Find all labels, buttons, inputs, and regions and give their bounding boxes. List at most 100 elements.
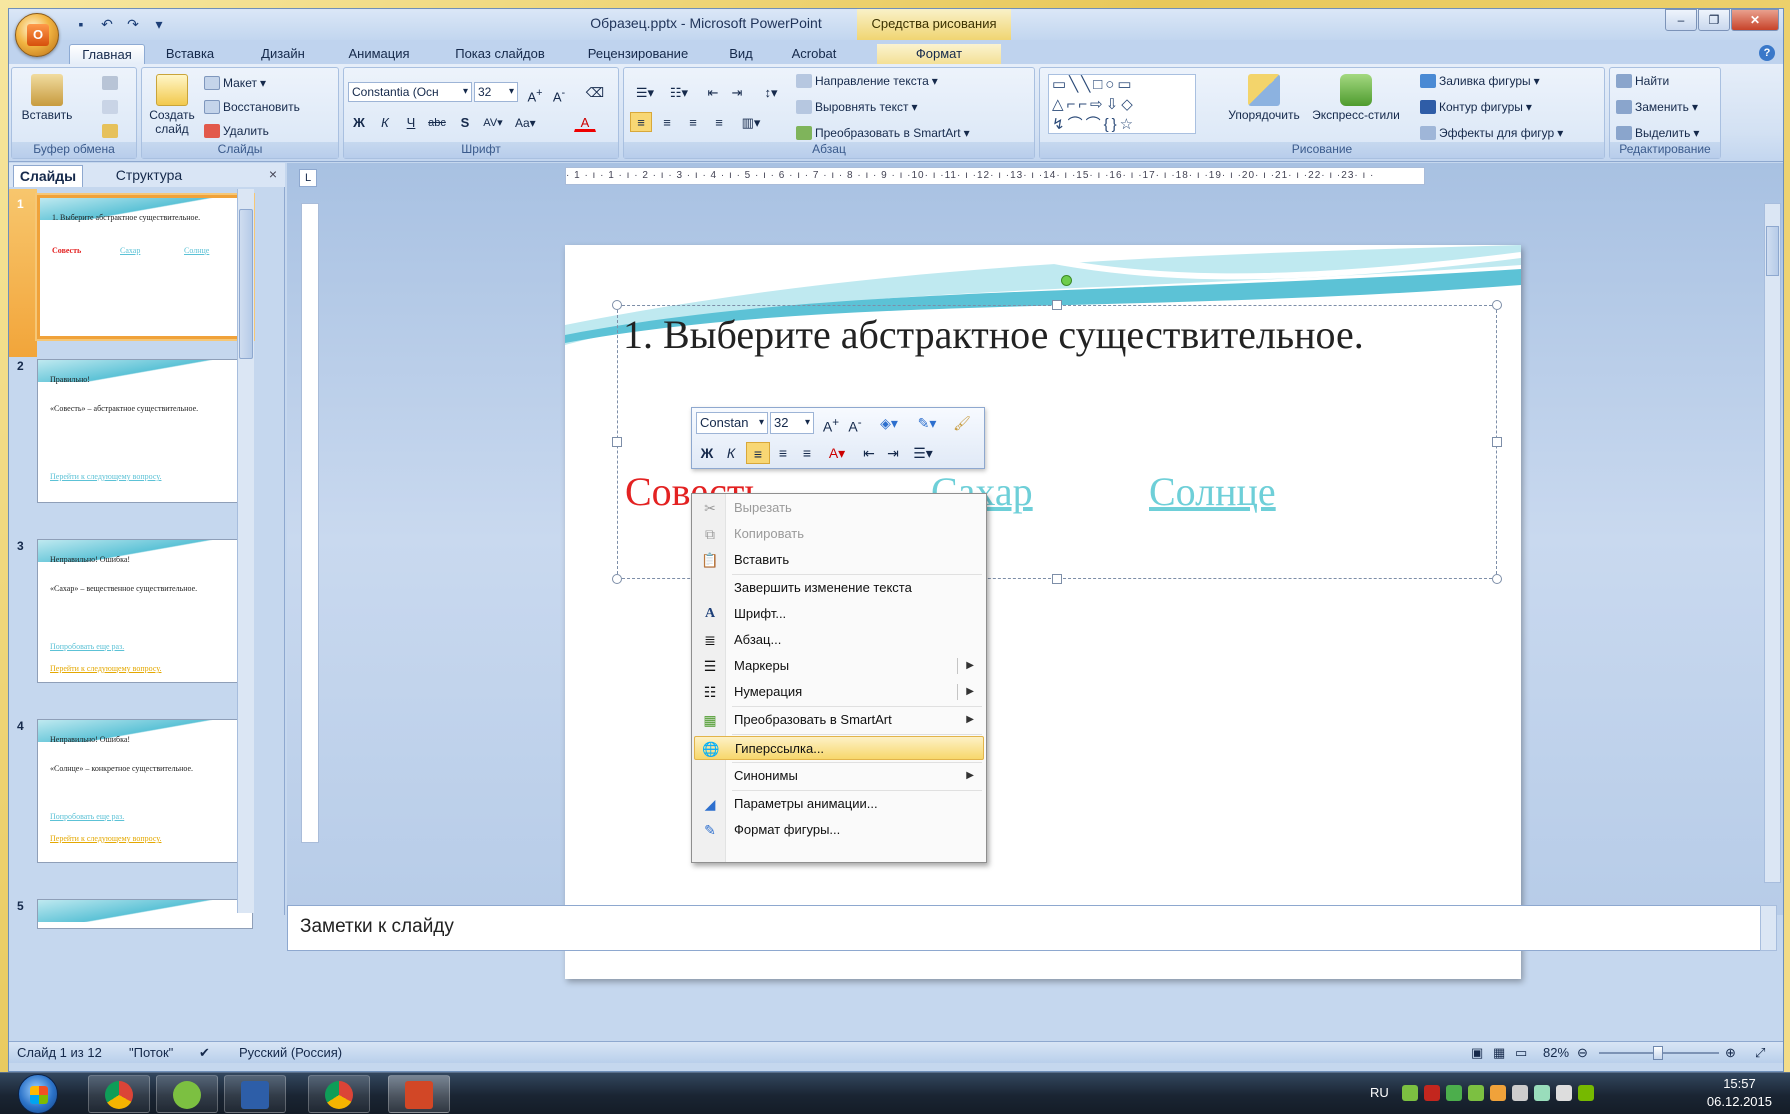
resize-handle[interactable] (1492, 437, 1502, 447)
mini-align-center-button[interactable]: ≡ (772, 442, 794, 464)
strikethrough-button[interactable]: abc (426, 112, 448, 132)
taskbar-chrome[interactable] (88, 1075, 150, 1113)
mini-shrink-font-button[interactable]: A- (844, 412, 866, 435)
office-button[interactable]: O (15, 13, 59, 57)
tray-app-icon[interactable] (1490, 1085, 1506, 1101)
menu-item-finish-editing[interactable]: Завершить изменение текста (694, 576, 984, 600)
mini-align-right-button[interactable]: ≡ (796, 442, 818, 464)
arrange-button[interactable]: Упорядочить (1224, 74, 1304, 122)
align-center-button[interactable]: ≡ (656, 112, 678, 132)
mini-italic-button[interactable]: К (720, 442, 742, 464)
mini-size-combo[interactable]: 32 (770, 412, 814, 434)
layout-button[interactable]: Макет ▾ (204, 76, 266, 90)
shape-fill-button[interactable]: Заливка фигуры ▾ (1420, 74, 1540, 88)
minimize-button[interactable]: – (1665, 9, 1697, 31)
spellcheck-icon[interactable]: ✔ (199, 1045, 210, 1061)
font-name-combo[interactable]: Constantia (Осн (348, 82, 472, 102)
italic-button[interactable]: К (374, 112, 396, 132)
taskbar-chrome-2[interactable] (308, 1075, 370, 1113)
tab-format[interactable]: Формат (877, 44, 1001, 65)
quick-styles-button[interactable]: Экспресс-стили (1306, 74, 1406, 122)
menu-item-smartart[interactable]: ▦ Преобразовать в SmartArt ▶ (694, 708, 984, 732)
menu-item-font[interactable]: A Шрифт... (694, 602, 984, 626)
mini-decrease-indent-button[interactable]: ⇤ (858, 442, 880, 464)
zoom-slider-thumb[interactable] (1653, 1046, 1663, 1060)
tray-volume-icon[interactable] (1556, 1085, 1572, 1101)
font-color-button[interactable]: A (574, 112, 596, 132)
tray-sync-icon[interactable] (1446, 1085, 1462, 1101)
rotation-handle[interactable] (1061, 275, 1072, 286)
mini-format-painter-icon[interactable]: 🖌 (948, 412, 976, 434)
justify-button[interactable]: ≡ (708, 112, 730, 132)
resize-handle[interactable] (612, 437, 622, 447)
taskbar-powerpoint[interactable] (388, 1075, 450, 1113)
resize-handle[interactable] (612, 574, 622, 584)
shape-effects-button[interactable]: Эффекты для фигур ▾ (1420, 126, 1563, 140)
shadow-button[interactable]: S (454, 112, 476, 132)
slide-thumbnail-5[interactable] (37, 899, 253, 929)
close-button[interactable]: ✕ (1731, 9, 1779, 31)
mini-bold-button[interactable]: Ж (696, 442, 718, 464)
notes-pane[interactable]: Заметки к слайду (287, 905, 1761, 951)
resize-handle[interactable] (1052, 574, 1062, 584)
input-language[interactable]: RU (1370, 1085, 1389, 1100)
tray-flag-icon[interactable] (1512, 1085, 1528, 1101)
menu-item-animation[interactable]: ◢ Параметры анимации... (694, 792, 984, 816)
sorter-view-icon[interactable]: ▦ (1493, 1045, 1505, 1061)
change-case-button[interactable]: Aa▾ (514, 112, 536, 132)
zoom-level[interactable]: 82% (1543, 1045, 1569, 1060)
mini-font-combo[interactable]: Constan (696, 412, 768, 434)
mini-fill-color-icon[interactable]: ◈▾ (872, 412, 906, 434)
resize-handle[interactable] (1052, 300, 1062, 310)
align-text-button[interactable]: Выровнять текст ▾ (796, 100, 918, 114)
resize-handle[interactable] (612, 300, 622, 310)
maximize-button[interactable]: ❐ (1698, 9, 1730, 31)
tab-review[interactable]: Рецензирование (575, 44, 701, 65)
menu-item-paste[interactable]: 📋 Вставить (694, 548, 984, 572)
shrink-font-button[interactable]: A- (548, 82, 570, 104)
tab-animation[interactable]: Анимация (337, 44, 421, 65)
editor-scroll-thumb[interactable] (1766, 226, 1779, 276)
clear-format-icon[interactable]: ⌫ (584, 82, 606, 102)
select-button[interactable]: Выделить ▾ (1616, 126, 1699, 140)
tray-nvidia-icon[interactable] (1578, 1085, 1594, 1101)
clock[interactable]: 15:57 06.12.2015 (1707, 1075, 1772, 1111)
tray-utorrent-icon[interactable] (1468, 1085, 1484, 1101)
text-direction-button[interactable]: Направление текста ▾ (796, 74, 938, 88)
menu-item-numbering[interactable]: ☷ Нумерация ▶ (694, 680, 984, 704)
help-icon[interactable]: ? (1759, 45, 1775, 61)
menu-item-copy[interactable]: ⧉ Копировать (694, 522, 984, 546)
delete-slide-button[interactable]: Удалить (204, 124, 269, 138)
slide-thumbnail-3[interactable]: Неправильно! Ошибка! «Сахар» – веществен… (37, 539, 253, 683)
tab-slides[interactable]: Слайды (13, 165, 83, 187)
columns-button[interactable]: ▥▾ (736, 112, 766, 132)
mini-bullets-button[interactable]: ☰▾ (906, 442, 940, 464)
tab-acrobat[interactable]: Acrobat (781, 44, 847, 65)
language-indicator[interactable]: Русский (Россия) (239, 1045, 342, 1060)
slide-thumbnail-4[interactable]: Неправильно! Ошибка! «Солнце» – конкретн… (37, 719, 253, 863)
mini-outline-color-icon[interactable]: ✎▾ (910, 412, 944, 434)
paste-button[interactable]: Вставить (20, 74, 74, 122)
taskbar-utorrent[interactable] (156, 1075, 218, 1113)
resize-handle[interactable] (1492, 300, 1502, 310)
font-size-combo[interactable]: 32 (474, 82, 518, 102)
shape-outline-button[interactable]: Контур фигуры ▾ (1420, 100, 1532, 114)
shapes-gallery[interactable]: ▭╲╲□○▭ △⌐⌐⇨⇩◇ ↯⌒⌒{}☆ (1048, 74, 1196, 134)
numbering-button[interactable]: ☷▾ (664, 82, 694, 102)
menu-item-synonyms[interactable]: Синонимы ▶ (694, 764, 984, 788)
slideshow-view-icon[interactable]: ▭ (1515, 1045, 1527, 1061)
mini-font-color-icon[interactable]: A▾ (820, 442, 854, 464)
tray-acrobat-icon[interactable] (1424, 1085, 1440, 1101)
menu-item-hyperlink[interactable]: 🌐 Гиперссылка... (694, 736, 984, 760)
char-spacing-button[interactable]: AV▾ (482, 112, 504, 132)
notes-scrollbar[interactable] (1760, 905, 1777, 951)
reset-button[interactable]: Восстановить (204, 100, 300, 114)
tab-outline[interactable]: Структура (103, 165, 195, 187)
tab-home[interactable]: Главная (69, 44, 145, 65)
close-pane-icon[interactable]: × (269, 166, 277, 182)
zoom-in-icon[interactable]: ⊕ (1725, 1045, 1736, 1061)
tab-design[interactable]: Дизайн (253, 44, 313, 65)
menu-item-format-shape[interactable]: ✎ Формат фигуры... (694, 818, 984, 842)
tab-insert[interactable]: Вставка (157, 44, 223, 65)
resize-handle[interactable] (1492, 574, 1502, 584)
